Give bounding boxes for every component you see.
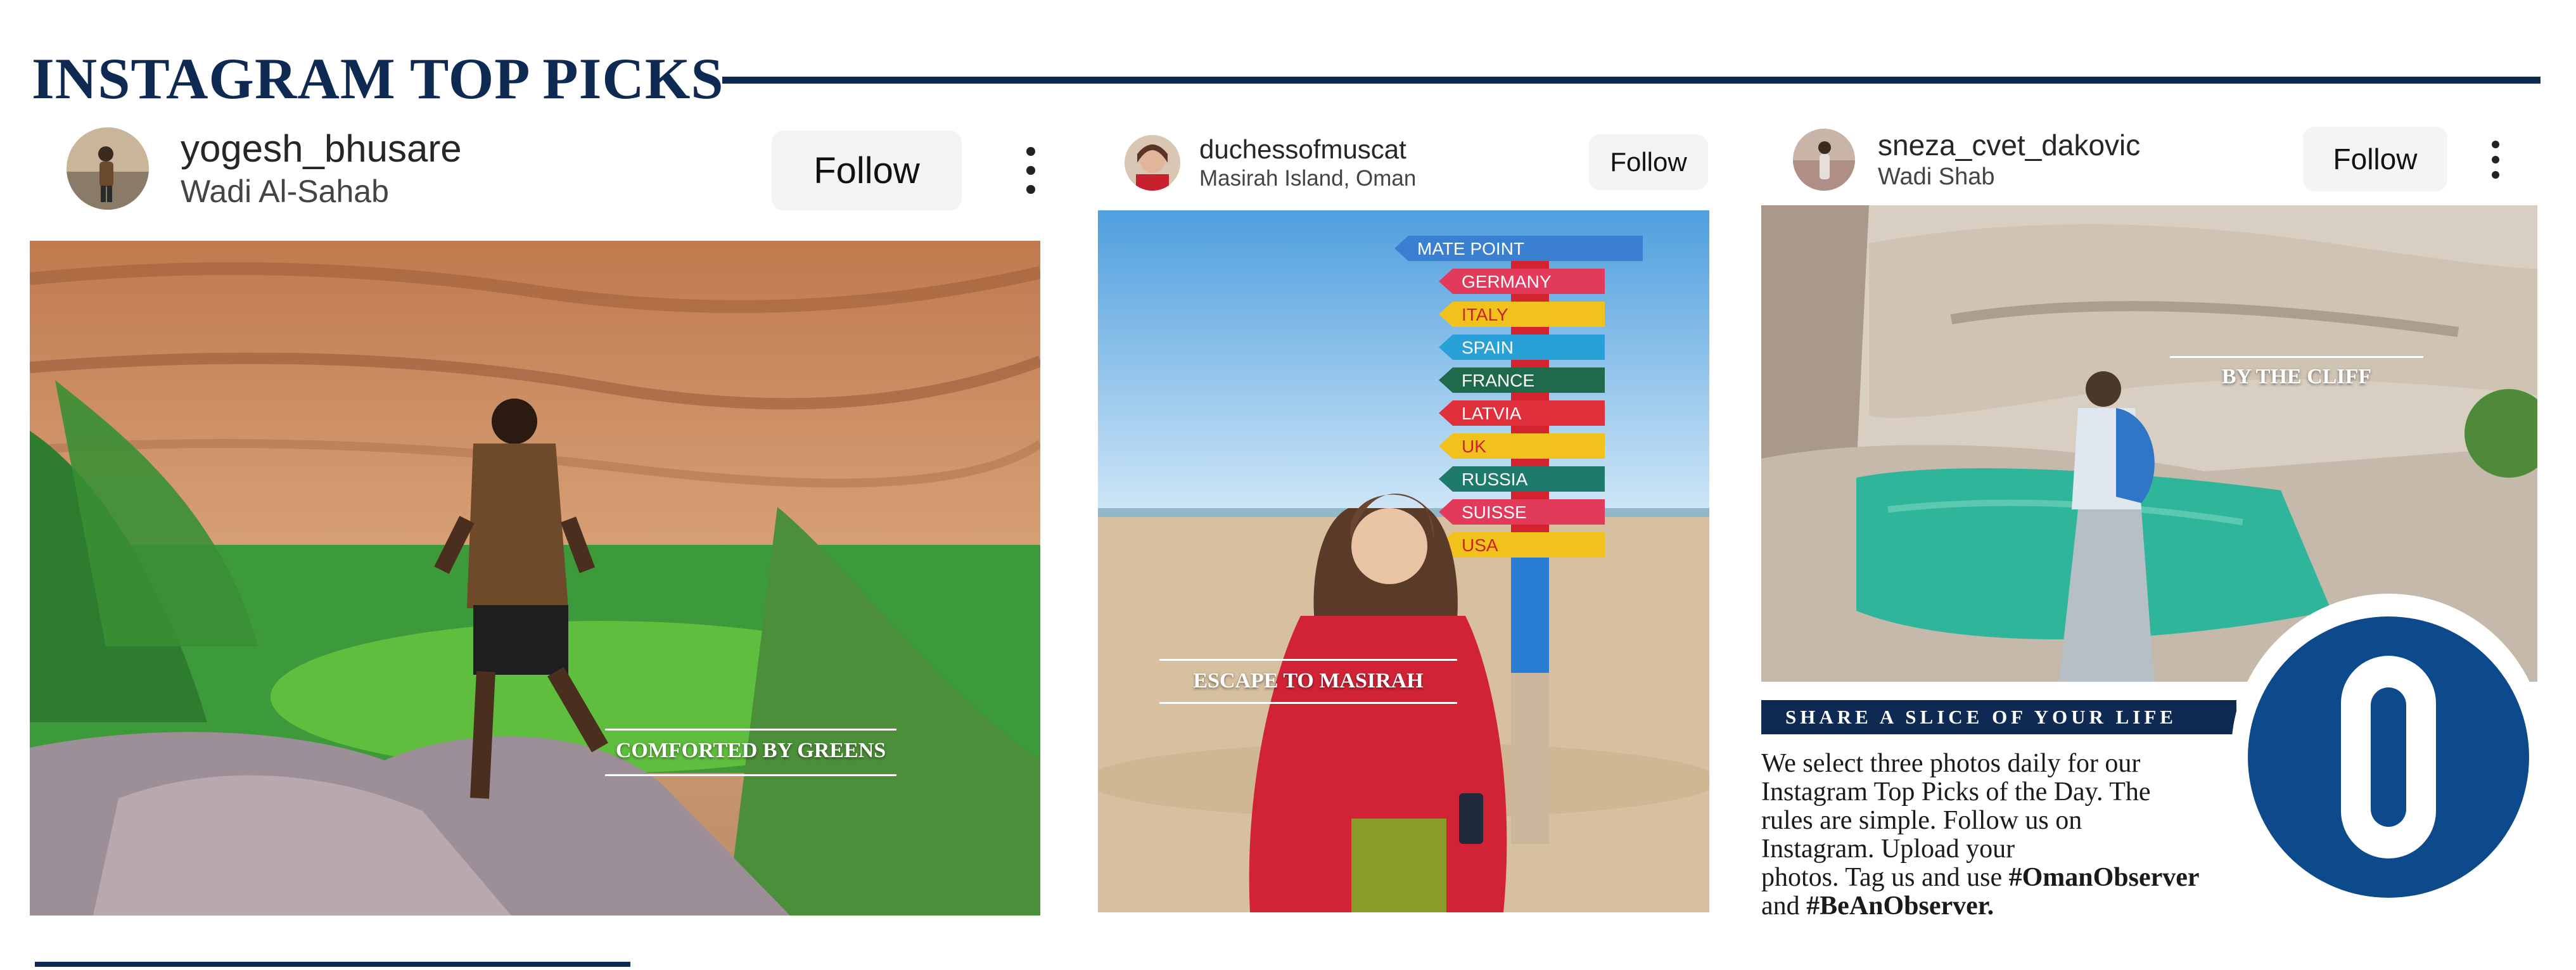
follow-button[interactable]: Follow: [1589, 134, 1708, 190]
share-line: We select three photos daily for our: [1761, 749, 2141, 778]
caption-rule-bottom: [1159, 702, 1457, 704]
post-photo-2: MATE POINT GERMANY ITALY SPAIN FRANCE LATVIA U…: [1098, 210, 1709, 912]
post-photo-1: [30, 241, 1040, 916]
share-line: and #BeAnObserver.: [1761, 892, 2287, 921]
signpost-label: ITALY: [1462, 305, 1508, 324]
photo-caption: COMFORTED BY GREENS: [615, 739, 886, 762]
signpost-label: UK: [1462, 437, 1486, 456]
share-line: Instagram. Upload your: [1761, 834, 2015, 864]
more-options-icon[interactable]: [2487, 141, 2504, 179]
caption-rule-bottom: [605, 774, 896, 776]
avatar[interactable]: [1793, 128, 1855, 191]
share-line: Instagram Top Picks of the Day. The: [1761, 777, 2151, 807]
signpost-label: USA: [1462, 535, 1498, 555]
signpost-label: FRANCE: [1462, 371, 1534, 390]
username[interactable]: duchessofmuscat: [1199, 134, 1416, 165]
share-line: rules are simple. Follow us on: [1761, 806, 2082, 835]
username[interactable]: yogesh_bhusare: [181, 127, 462, 170]
more-options-icon[interactable]: [1021, 147, 1040, 194]
share-banner: SHARE A SLICE OF YOUR LIFE: [1761, 700, 2236, 734]
hashtag-be-an-observer[interactable]: #BeAnObserver.: [1806, 891, 1994, 921]
share-text: photos. Tag us and use: [1761, 863, 2009, 892]
header-divider: [722, 77, 2541, 84]
caption-rule-top: [1159, 659, 1457, 661]
post-header-3: sneza_cvet_dakovic Wadi Shab: [1793, 128, 2140, 191]
signpost-label: MATE POINT: [1417, 239, 1524, 258]
signpost-label: GERMANY: [1462, 272, 1552, 291]
photo-caption: ESCAPE TO MASIRAH: [1193, 669, 1424, 692]
signpost-label: LATVIA: [1462, 404, 1522, 423]
avatar[interactable]: [67, 127, 149, 210]
share-line: photos. Tag us and use #OmanObserver: [1761, 864, 2287, 892]
location[interactable]: Wadi Al-Sahab: [181, 173, 462, 210]
avatar[interactable]: [1125, 135, 1180, 191]
observer-logo: [2230, 592, 2547, 909]
location[interactable]: Masirah Island, Oman: [1199, 166, 1416, 191]
photo-caption: BY THE CLIFF: [2221, 365, 2372, 388]
page-title: INSTAGRAM TOP PICKS: [32, 46, 724, 111]
follow-button[interactable]: Follow: [2303, 127, 2447, 191]
username[interactable]: sneza_cvet_dakovic: [1878, 128, 2140, 162]
share-description: We select three photos daily for our Ins…: [1761, 750, 2287, 921]
signpost-label: SPAIN: [1462, 338, 1514, 357]
post-header-2: duchessofmuscat Masirah Island, Oman: [1125, 134, 1416, 191]
hashtag-oman-observer[interactable]: #OmanObserver: [2009, 863, 2200, 892]
follow-button[interactable]: Follow: [772, 131, 962, 210]
signpost-label: SUISSE: [1462, 502, 1527, 522]
share-text: and: [1761, 891, 1807, 921]
signpost-label: RUSSIA: [1462, 469, 1528, 489]
footer-divider: [35, 962, 630, 967]
location[interactable]: Wadi Shab: [1878, 163, 2140, 191]
caption-rule-top: [2170, 356, 2423, 358]
post-header-1: yogesh_bhusare Wadi Al-Sahab: [67, 127, 462, 210]
caption-rule-top: [605, 729, 896, 731]
